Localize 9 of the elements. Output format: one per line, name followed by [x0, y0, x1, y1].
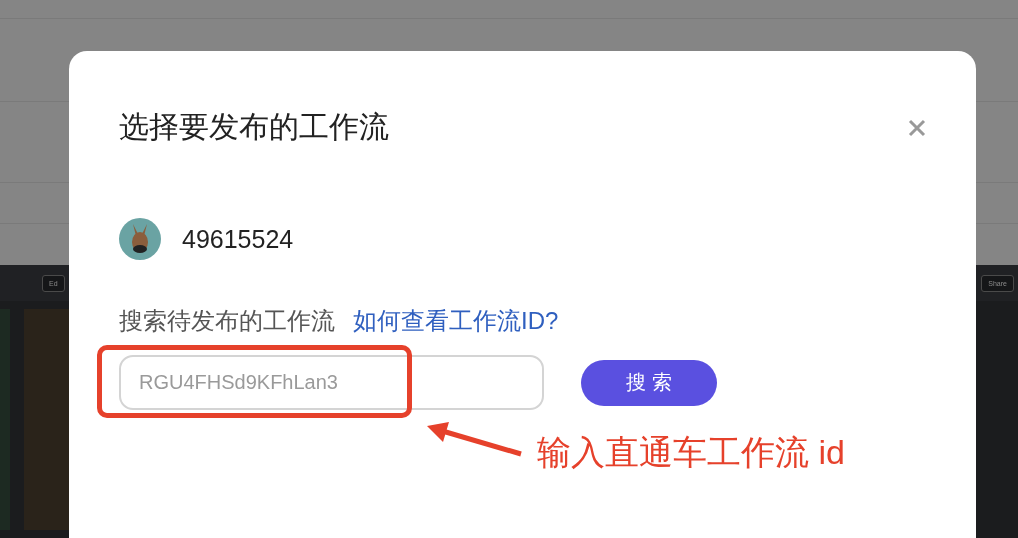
close-icon[interactable] — [908, 118, 926, 137]
account-id: 49615524 — [182, 224, 294, 254]
search-button[interactable]: 搜 索 — [581, 359, 717, 406]
donkey-avatar-icon — [119, 218, 161, 260]
search-label: 搜索待发布的工作流 如何查看工作流ID? — [119, 306, 560, 336]
help-link[interactable]: 如何查看工作流ID? — [353, 307, 559, 334]
dialog-title: 选择要发布的工作流 — [119, 109, 389, 145]
workflow-id-input[interactable]: RGU4FHSd9KFhLan3 — [119, 355, 544, 410]
annotation-text: 输入直通车工作流 id — [537, 432, 845, 473]
